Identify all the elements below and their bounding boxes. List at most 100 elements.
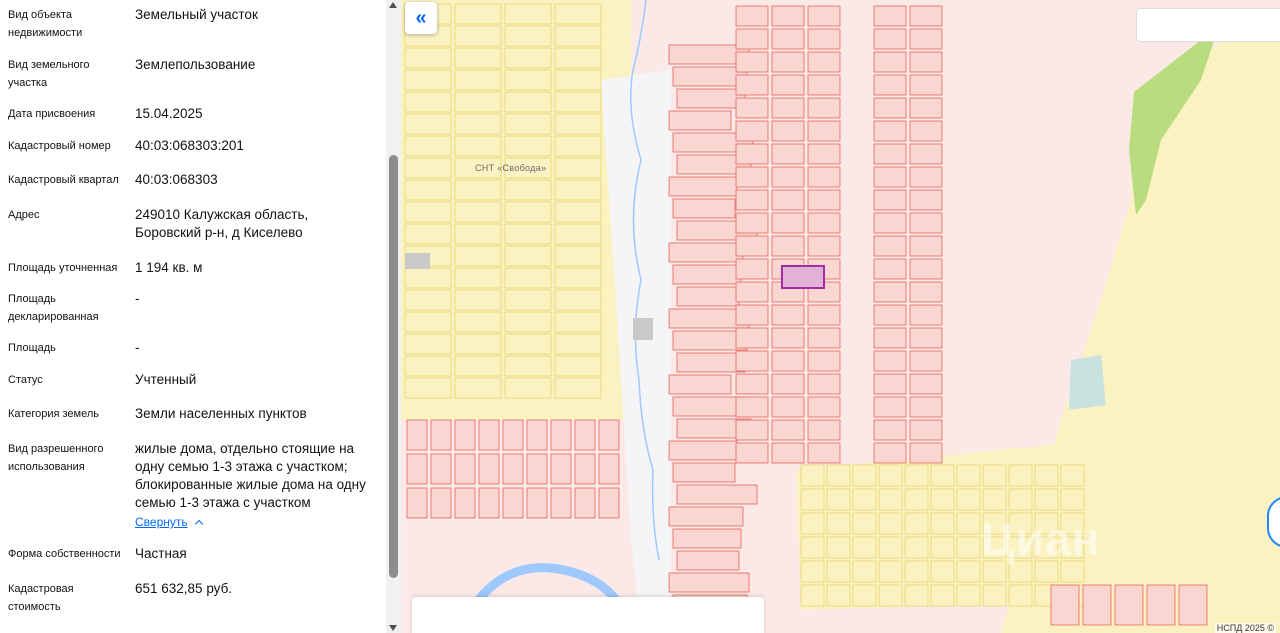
snt-parcel[interactable] — [404, 355, 452, 377]
snt-parcel[interactable] — [454, 25, 502, 47]
parcel[interactable] — [478, 453, 500, 485]
snt-parcel[interactable] — [800, 488, 825, 511]
parcel[interactable] — [873, 97, 907, 119]
snt-parcel[interactable] — [454, 289, 502, 311]
snt-parcel[interactable] — [404, 267, 452, 289]
parcel[interactable] — [807, 120, 841, 142]
snt-parcel[interactable] — [504, 113, 552, 135]
snt-parcel[interactable] — [956, 536, 981, 559]
parcel[interactable] — [735, 28, 769, 50]
parcel[interactable] — [807, 235, 841, 257]
snt-parcel[interactable] — [878, 536, 903, 559]
parcel[interactable] — [909, 281, 943, 303]
parcel[interactable] — [676, 484, 758, 505]
snt-parcel[interactable] — [504, 201, 552, 223]
parcel[interactable] — [771, 442, 805, 464]
snt-parcel[interactable] — [554, 289, 602, 311]
cadastral-map[interactable]: СНТ «Свобода» Циан « НСПД 2025 © — [401, 0, 1280, 633]
snt-parcel[interactable] — [404, 91, 452, 113]
parcel[interactable] — [771, 120, 805, 142]
snt-parcel[interactable] — [878, 464, 903, 487]
parcel[interactable] — [1178, 584, 1208, 626]
snt-parcel[interactable] — [800, 512, 825, 535]
snt-parcel[interactable] — [454, 311, 502, 333]
parcel[interactable] — [909, 442, 943, 464]
parcel[interactable] — [735, 235, 769, 257]
parcel[interactable] — [668, 242, 744, 263]
parcel[interactable] — [735, 143, 769, 165]
snt-parcel[interactable] — [454, 267, 502, 289]
snt-parcel[interactable] — [404, 157, 452, 179]
snt-parcel[interactable] — [504, 25, 552, 47]
snt-parcel[interactable] — [956, 488, 981, 511]
snt-parcel[interactable] — [800, 560, 825, 583]
parcel[interactable] — [668, 374, 732, 395]
snt-parcel[interactable] — [982, 584, 1007, 607]
parcel[interactable] — [406, 487, 428, 519]
snt-parcel[interactable] — [554, 223, 602, 245]
parcel[interactable] — [807, 5, 841, 27]
snt-parcel[interactable] — [852, 560, 877, 583]
snt-parcel[interactable] — [454, 91, 502, 113]
snt-parcel[interactable] — [930, 464, 955, 487]
snt-parcel[interactable] — [826, 464, 851, 487]
scrollbar-thumb[interactable] — [389, 155, 398, 578]
parcel[interactable] — [735, 166, 769, 188]
scroll-up-arrow-icon[interactable] — [389, 2, 397, 8]
parcel[interactable] — [735, 396, 769, 418]
snt-parcel[interactable] — [930, 560, 955, 583]
snt-parcel[interactable] — [904, 464, 929, 487]
parcel[interactable] — [771, 97, 805, 119]
parcel[interactable] — [807, 350, 841, 372]
parcel[interactable] — [502, 487, 524, 519]
parcel[interactable] — [909, 373, 943, 395]
parcel[interactable] — [807, 327, 841, 349]
parcel[interactable] — [735, 74, 769, 96]
snt-parcel[interactable] — [904, 560, 929, 583]
snt-parcel[interactable] — [930, 584, 955, 607]
parcel[interactable] — [771, 143, 805, 165]
snt-parcel[interactable] — [956, 512, 981, 535]
snt-parcel[interactable] — [554, 377, 602, 399]
snt-parcel[interactable] — [982, 488, 1007, 511]
parcel[interactable] — [1082, 584, 1112, 626]
snt-parcel[interactable] — [554, 355, 602, 377]
snt-parcel[interactable] — [554, 135, 602, 157]
parcel[interactable] — [771, 28, 805, 50]
parcel[interactable] — [807, 442, 841, 464]
snt-parcel[interactable] — [904, 512, 929, 535]
parcel[interactable] — [873, 396, 907, 418]
parcel[interactable] — [873, 189, 907, 211]
snt-parcel[interactable] — [504, 47, 552, 69]
parcel[interactable] — [735, 5, 769, 27]
parcel[interactable] — [1114, 584, 1144, 626]
parcel[interactable] — [873, 327, 907, 349]
parcel[interactable] — [668, 440, 738, 461]
snt-parcel[interactable] — [554, 201, 602, 223]
parcel[interactable] — [873, 281, 907, 303]
selected-parcel[interactable] — [781, 265, 825, 289]
parcel[interactable] — [672, 264, 742, 285]
snt-parcel[interactable] — [852, 512, 877, 535]
snt-parcel[interactable] — [504, 69, 552, 91]
snt-parcel[interactable] — [404, 113, 452, 135]
parcel[interactable] — [668, 110, 732, 131]
snt-parcel[interactable] — [904, 488, 929, 511]
parcel[interactable] — [598, 487, 620, 519]
snt-parcel[interactable] — [554, 245, 602, 267]
parcel[interactable] — [909, 396, 943, 418]
parcel[interactable] — [550, 453, 572, 485]
parcel[interactable] — [735, 281, 769, 303]
map-search-box[interactable] — [1136, 8, 1280, 42]
parcel[interactable] — [735, 350, 769, 372]
snt-parcel[interactable] — [404, 289, 452, 311]
parcel[interactable] — [526, 487, 548, 519]
snt-parcel[interactable] — [800, 584, 825, 607]
parcel[interactable] — [873, 212, 907, 234]
parcel[interactable] — [574, 419, 596, 451]
parcel[interactable] — [873, 120, 907, 142]
parcel[interactable] — [909, 28, 943, 50]
parcel[interactable] — [909, 74, 943, 96]
parcel[interactable] — [574, 453, 596, 485]
snt-parcel[interactable] — [504, 377, 552, 399]
